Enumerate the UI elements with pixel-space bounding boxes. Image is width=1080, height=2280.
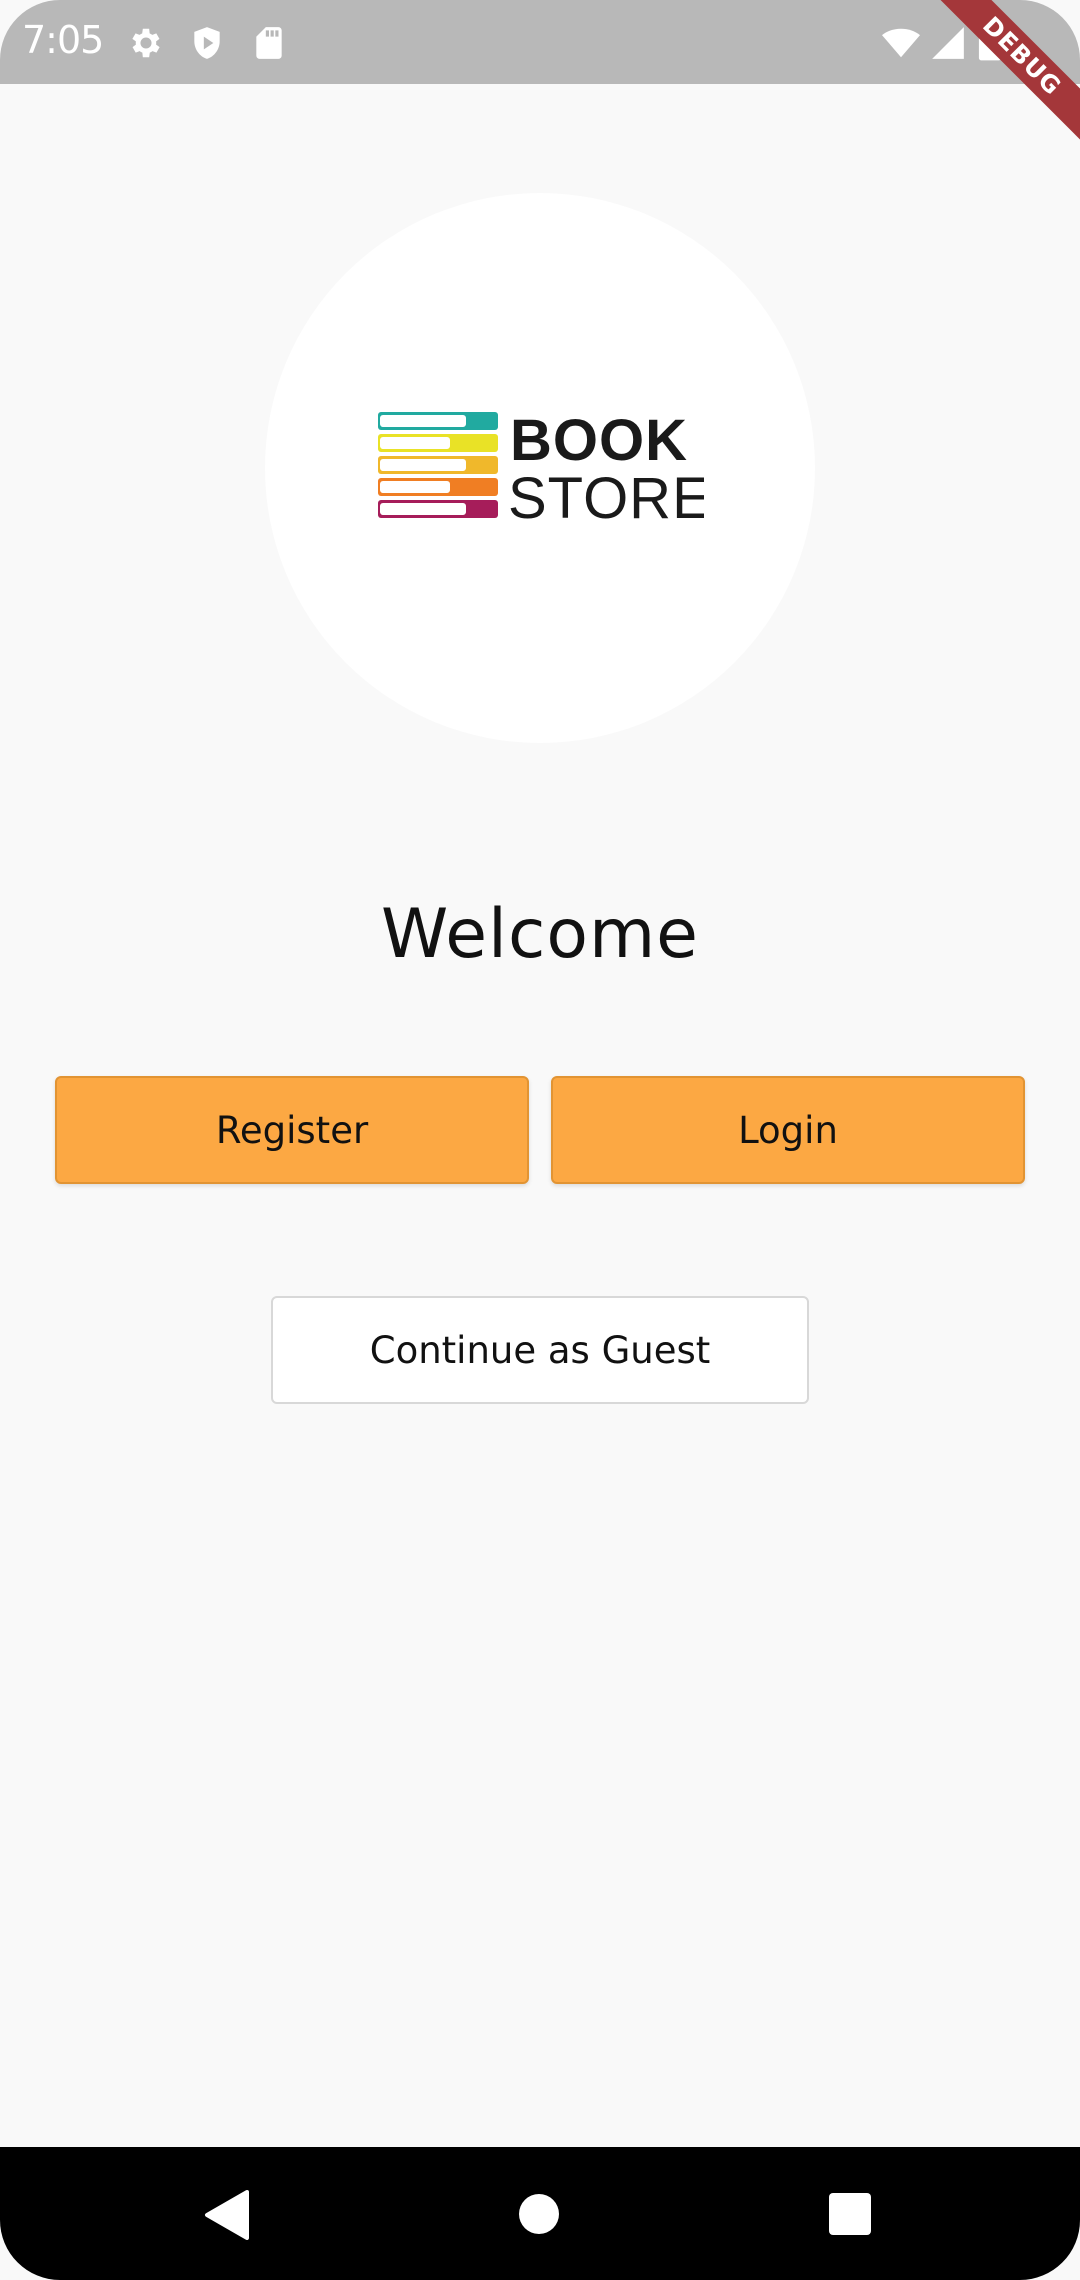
- continue-as-guest-label: Continue as Guest: [369, 1328, 711, 1372]
- continue-as-guest-button[interactable]: Continue as Guest: [271, 1296, 809, 1404]
- status-bar: 7:05: [0, 0, 1080, 84]
- logo-stripe-page: [380, 503, 466, 515]
- sd-card-icon: [250, 24, 288, 62]
- recents-icon[interactable]: [829, 2193, 871, 2235]
- battery-icon: [976, 24, 1004, 62]
- back-icon[interactable]: [203, 2190, 249, 2240]
- bookstore-logo: BOOK STORE: [378, 410, 704, 522]
- home-icon[interactable]: [519, 2194, 559, 2234]
- logo-stripe-page: [380, 415, 466, 427]
- login-button-label: Login: [738, 1108, 838, 1152]
- logo-stripe-page: [380, 459, 466, 471]
- logo-stripe-page: [380, 437, 450, 449]
- register-button-label: Register: [215, 1108, 369, 1152]
- logo-stripe-page: [380, 481, 450, 493]
- system-nav-bar: [0, 2147, 1080, 2280]
- wifi-icon: [880, 24, 922, 62]
- app-screen: 7:05 DEBUG BOOK STORE Welcome Register L…: [0, 0, 1080, 2280]
- welcome-title: Welcome: [380, 895, 700, 974]
- svg-text:STORE: STORE: [508, 466, 704, 522]
- cell-signal-icon: [928, 24, 968, 62]
- shield-play-icon: [188, 24, 226, 62]
- gear-icon: [127, 24, 165, 62]
- svg-text:BOOK: BOOK: [510, 410, 688, 473]
- register-button[interactable]: Register: [55, 1076, 529, 1184]
- login-button[interactable]: Login: [551, 1076, 1025, 1184]
- status-time: 7:05: [22, 18, 104, 62]
